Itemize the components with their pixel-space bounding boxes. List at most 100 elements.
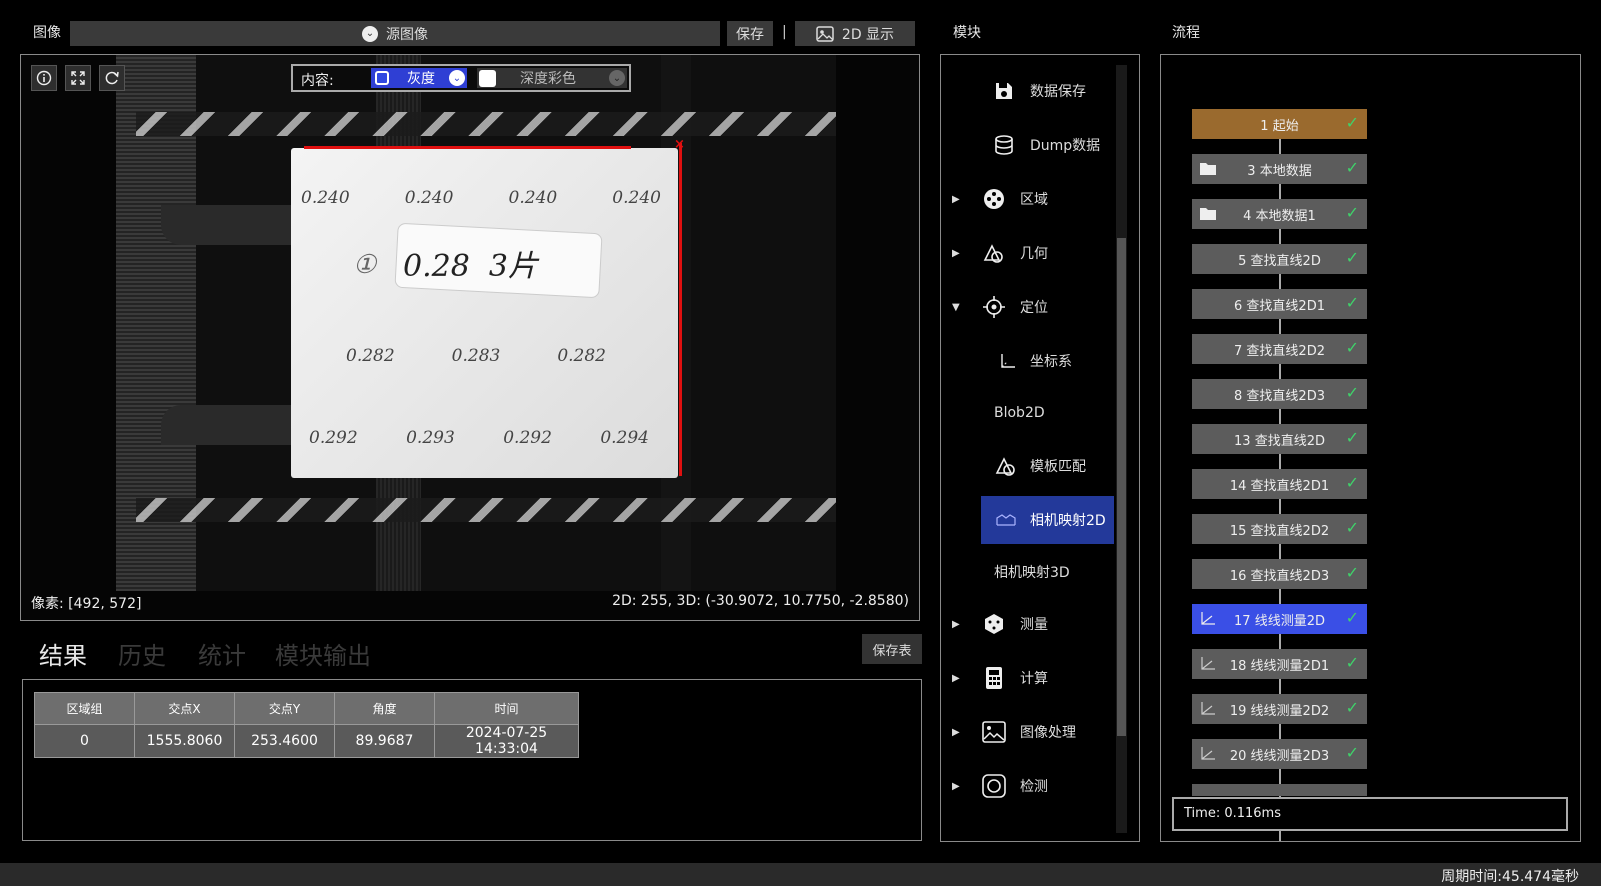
module-item-blob2d[interactable]: Blob2D [966, 389, 1116, 437]
flow-node[interactable]: 18 线线测量2D1 ✓ [1192, 649, 1367, 679]
module-label: 测量 [1020, 617, 1048, 633]
module-item-image-processing[interactable]: ▶ 图像处理 [952, 708, 1116, 756]
card-circle-mark: ① [353, 250, 377, 280]
sample-card: 0.240 0.240 0.240 0.240 ① 0.28 3片 0.282 … [291, 148, 678, 478]
flow-node[interactable]: 7 查找直线2D2 ✓ [1192, 334, 1367, 364]
table-row[interactable]: 0 1555.8060 253.4600 89.9687 2024-07-25 … [34, 724, 579, 758]
measure-line-horizontal [304, 146, 631, 149]
expand-arrow: ▶ [952, 726, 960, 738]
table-cell: 1555.8060 [134, 724, 235, 758]
geometry-icon [982, 241, 1006, 265]
module-item-detect[interactable]: ▶ 检测 [952, 762, 1116, 810]
check-icon: ✓ [1345, 293, 1359, 312]
module-item-positioning[interactable]: ▼ 定位 [952, 283, 1116, 331]
flow-node-selected[interactable]: 17 线线测量2D ✓ [1192, 604, 1367, 634]
check-icon: ✓ [1345, 653, 1359, 672]
flow-node[interactable]: 16 查找直线2D3 ✓ [1192, 559, 1367, 589]
flow-node[interactable]: 19 线线测量2D2 ✓ [1192, 694, 1367, 724]
module-item-data-save[interactable]: 数据保存 [966, 67, 1116, 115]
check-icon: ✓ [1345, 473, 1359, 492]
save-image-button[interactable]: 保存 [727, 21, 773, 46]
expand-arrow: ▶ [952, 247, 960, 259]
fit-screen-button[interactable] [65, 65, 91, 91]
time-readout: Time: 0.116ms [1184, 806, 1281, 821]
module-item-template-match[interactable]: 模板匹配 [966, 442, 1116, 490]
source-image-select[interactable]: ⌄ 源图像 [70, 21, 720, 46]
flow-node[interactable]: 20 线线测量2D3 ✓ [1192, 739, 1367, 769]
flow-node[interactable]: 14 查找直线2D1 ✓ [1192, 469, 1367, 499]
column-header[interactable]: 时间 [434, 692, 579, 725]
tab-history[interactable]: 历史 [118, 636, 166, 671]
module-label: 模板匹配 [1030, 459, 1086, 475]
table-cell: 253.4600 [234, 724, 335, 758]
folder-icon [1200, 163, 1216, 175]
flow-node[interactable]: 8 查找直线2D3 ✓ [1192, 379, 1367, 409]
module-label: 检测 [1020, 779, 1048, 795]
module-item-dump-data[interactable]: Dump数据 [966, 121, 1116, 169]
image-panel-title: 图像 [33, 25, 61, 41]
flow-node[interactable]: 5 查找直线2D ✓ [1192, 244, 1367, 274]
save-table-button[interactable]: 保存表 [862, 634, 922, 664]
gray-option-select[interactable]: 灰度 ⌄ [371, 68, 467, 88]
module-item-geometry[interactable]: ▶ 几何 [952, 229, 1116, 277]
bottom-hatched-bar [136, 498, 836, 522]
modules-scrollbar-thumb[interactable] [1117, 238, 1126, 736]
flow-node-label: 7 查找直线2D2 [1234, 343, 1325, 359]
module-item-camera-map-3d[interactable]: 相机映射3D [966, 548, 1116, 596]
calculator-icon [982, 666, 1006, 690]
left-rail-notch [161, 405, 296, 445]
image-viewport[interactable]: 0.240 0.240 0.240 0.240 ① 0.28 3片 0.282 … [20, 54, 920, 621]
depth-option-checkbox[interactable] [479, 69, 496, 87]
intersection-marker: × [674, 137, 685, 152]
save-icon [992, 79, 1016, 103]
measure-angle-icon [1201, 612, 1215, 625]
measure-icon [982, 612, 1006, 636]
axis-icon [996, 349, 1020, 373]
flow-node-label: 15 查找直线2D2 [1229, 523, 1330, 539]
flow-node-partial[interactable] [1192, 784, 1367, 796]
flow-node-label: 18 线线测量2D1 [1229, 658, 1330, 674]
chevron-down-icon: ⌄ [362, 25, 378, 42]
flow-node-label: 8 查找直线2D3 [1234, 388, 1325, 404]
module-item-coordinate-system[interactable]: 坐标系 [966, 337, 1116, 385]
flow-node[interactable]: 4 本地数据1 ✓ [1192, 199, 1367, 229]
module-item-region[interactable]: ▶ 区域 [952, 175, 1116, 223]
card-label-main: 0.28 3片 [403, 249, 538, 284]
content-selector: 内容: 灰度 ⌄ 深度彩色 ⌄ [291, 64, 631, 92]
module-label: Blob2D [994, 405, 1045, 421]
display-2d-button[interactable]: 2D 显示 [795, 21, 915, 46]
depth-option-select[interactable]: 深度彩色 ⌄ [477, 68, 627, 88]
module-item-camera-map-2d[interactable]: 相机映射2D [966, 496, 1116, 544]
flow-node-start[interactable]: 1 起始 ✓ [1192, 109, 1367, 139]
refresh-button[interactable] [99, 65, 125, 91]
flow-node[interactable]: 3 本地数据 ✓ [1192, 154, 1367, 184]
card-row3-val: 0.292 [309, 428, 358, 448]
flow-node-label: 13 查找直线2D [1234, 433, 1325, 449]
gray-option-checkbox[interactable] [375, 71, 389, 85]
flow-title: 流程 [1172, 25, 1200, 41]
module-item-calculate[interactable]: ▶ 计算 [952, 654, 1116, 702]
info-button[interactable] [31, 65, 57, 91]
column-header[interactable]: 交点X [134, 692, 235, 725]
check-icon: ✓ [1345, 608, 1359, 627]
card-row2-val: 0.283 [451, 346, 501, 366]
template-icon [994, 454, 1018, 478]
flow-node[interactable]: 6 查找直线2D1 ✓ [1192, 289, 1367, 319]
collapse-arrow: ▼ [952, 301, 960, 313]
column-header[interactable]: 交点Y [234, 692, 335, 725]
depth-option-label: 深度彩色 [520, 71, 576, 87]
column-header[interactable]: 角度 [334, 692, 435, 725]
flow-node[interactable]: 13 查找直线2D ✓ [1192, 424, 1367, 454]
expand-icon [71, 71, 85, 85]
chevron-down-icon: ⌄ [609, 70, 625, 86]
tab-statistics[interactable]: 统计 [198, 636, 246, 671]
flow-node-label: 19 线线测量2D2 [1229, 703, 1330, 719]
card-row1-val: 0.240 [404, 188, 454, 208]
flow-node[interactable]: 15 查找直线2D2 ✓ [1192, 514, 1367, 544]
tab-module-output[interactable]: 模块输出 [275, 636, 371, 671]
table-cell: 0 [34, 724, 135, 758]
tab-results[interactable]: 结果 [39, 636, 87, 671]
column-header[interactable]: 区域组 [34, 692, 135, 725]
module-item-measure[interactable]: ▶ 测量 [952, 600, 1116, 648]
flow-node-label: 3 本地数据 [1247, 163, 1312, 179]
